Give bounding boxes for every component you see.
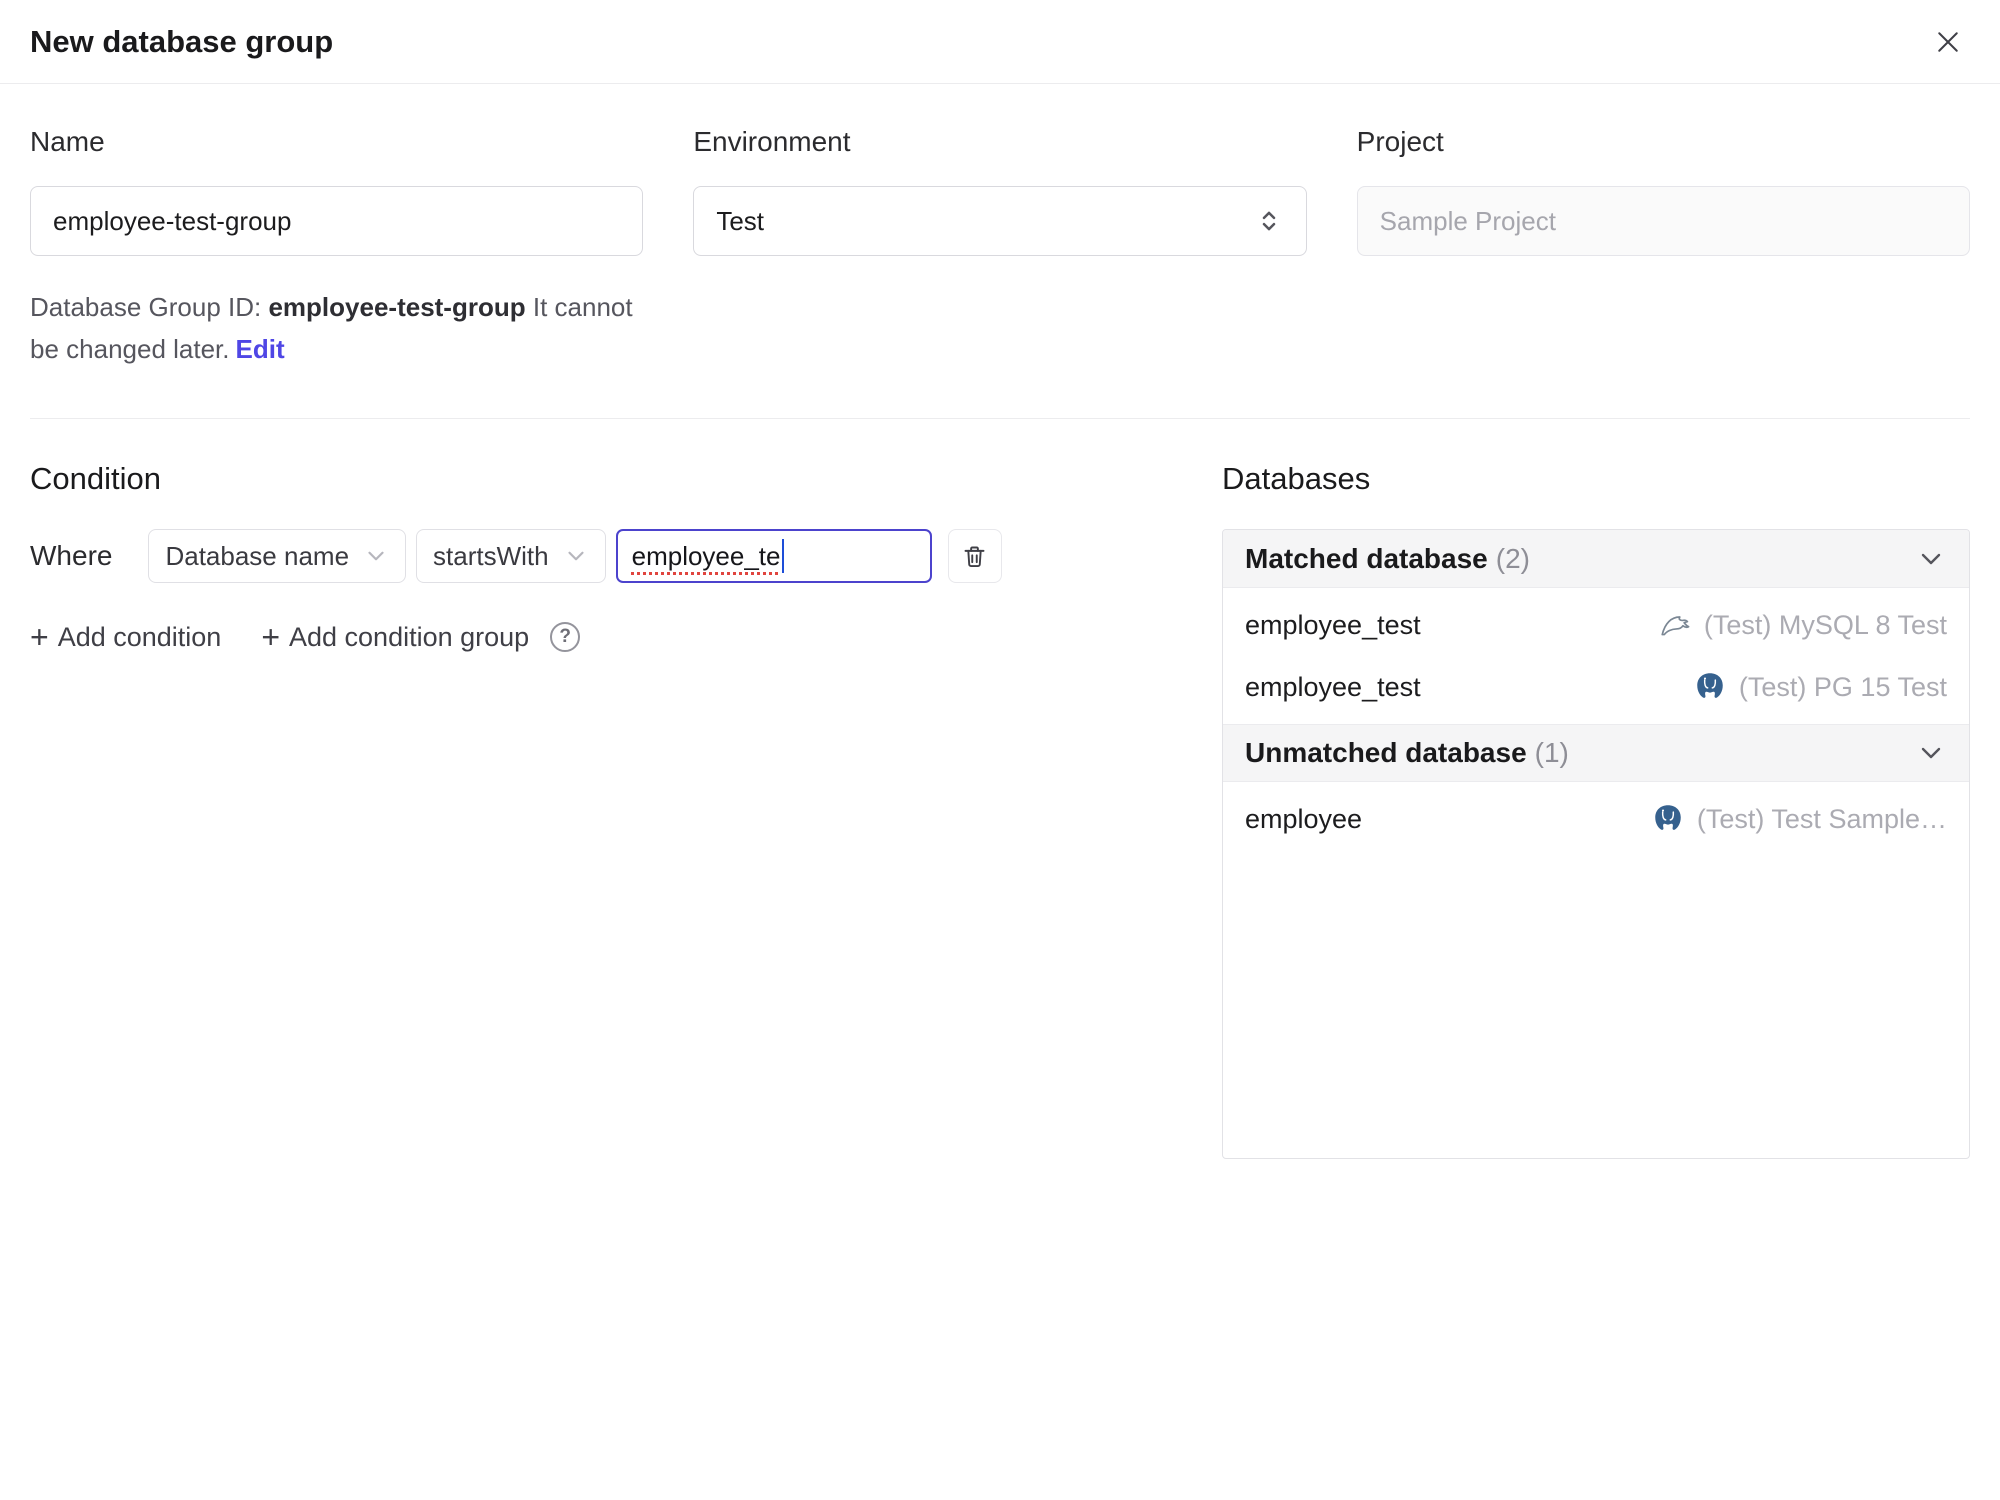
project-label: Project bbox=[1356, 126, 1444, 157]
environment-field-group: Environment Test bbox=[693, 126, 1307, 370]
condition-title: Condition bbox=[30, 461, 161, 496]
project-selected-value: Sample Project bbox=[1379, 205, 1556, 236]
matched-database-label: Matched database bbox=[1245, 542, 1488, 574]
database-instance: (Test) PG 15 Test bbox=[1693, 670, 1947, 704]
chevrons-up-down-icon bbox=[1262, 211, 1275, 231]
database-instance: (Test) Test Sample… bbox=[1651, 802, 1947, 836]
condition-operator-value: startsWith bbox=[433, 540, 549, 571]
unmatched-database-heading: Unmatched database (1) bbox=[1245, 737, 1569, 769]
form-section: Name Database Group ID: employee-test-gr… bbox=[0, 84, 2000, 370]
group-id-hint: Database Group ID: employee-test-group I… bbox=[30, 286, 643, 370]
databases-panel: Matched database (2) employee_test (Test)… bbox=[1222, 529, 1970, 1159]
dialog-title: New database group bbox=[30, 23, 334, 59]
condition-field-value: Database name bbox=[165, 540, 350, 571]
name-input[interactable] bbox=[30, 186, 644, 256]
matched-database-count: (2) bbox=[1495, 542, 1530, 574]
plus-icon: + bbox=[30, 619, 49, 655]
condition-value-input[interactable]: employee_te bbox=[615, 529, 932, 583]
condition-section: Condition Where Database name startsWith… bbox=[30, 461, 1162, 1159]
condition-row: Where Database name startsWith employee_… bbox=[30, 529, 1162, 583]
unmatched-database-header[interactable]: Unmatched database (1) bbox=[1223, 724, 1969, 782]
dialog-header: New database group bbox=[0, 0, 2000, 84]
new-database-group-dialog: New database group Name Database Group I… bbox=[0, 0, 2000, 1159]
condition-field-select[interactable]: Database name bbox=[148, 529, 407, 583]
matched-database-rows: employee_test (Test) MySQL 8 Test employ… bbox=[1223, 588, 1969, 724]
database-name: employee bbox=[1245, 803, 1363, 834]
condition-value-text: employee_te bbox=[631, 540, 781, 571]
chevron-down-icon bbox=[1921, 553, 1941, 564]
database-row: employee_test (Test) PG 15 Test bbox=[1223, 656, 1969, 718]
databases-title: Databases bbox=[1222, 461, 1371, 496]
database-name: employee_test bbox=[1245, 671, 1421, 702]
trash-icon bbox=[964, 546, 985, 567]
database-name: employee_test bbox=[1245, 609, 1421, 640]
matched-database-header[interactable]: Matched database (2) bbox=[1223, 530, 1969, 588]
unmatched-database-label: Unmatched database bbox=[1245, 737, 1527, 768]
environment-select[interactable]: Test bbox=[693, 186, 1307, 256]
unmatched-database-count: (1) bbox=[1534, 737, 1569, 768]
condition-operator-select[interactable]: startsWith bbox=[416, 529, 606, 583]
chevron-down-icon bbox=[368, 551, 384, 561]
database-row: employee_test (Test) MySQL 8 Test bbox=[1223, 594, 1969, 656]
where-label: Where bbox=[30, 540, 113, 571]
close-button[interactable] bbox=[1926, 20, 1970, 64]
project-input[interactable]: Sample Project bbox=[1356, 186, 1970, 256]
add-condition-button[interactable]: + Add condition bbox=[30, 621, 221, 653]
environment-selected-value: Test bbox=[716, 205, 765, 236]
postgresql-icon bbox=[1697, 673, 1723, 698]
postgresql-icon bbox=[1655, 805, 1681, 830]
matched-database-heading: Matched database (2) bbox=[1245, 543, 1530, 575]
add-condition-label: Add condition bbox=[57, 621, 222, 652]
unmatched-database-rows: employee (Test) Test Sample… bbox=[1223, 782, 1969, 856]
delete-condition-button[interactable] bbox=[947, 529, 1002, 583]
database-instance: (Test) MySQL 8 Test bbox=[1658, 608, 1947, 642]
name-field-group: Name Database Group ID: employee-test-gr… bbox=[30, 126, 644, 370]
database-row: employee (Test) Test Sample… bbox=[1223, 788, 1969, 850]
chevron-down-icon bbox=[1921, 747, 1941, 759]
condition-actions: + Add condition + Add condition group ? bbox=[30, 621, 1162, 653]
name-label: Name bbox=[30, 126, 105, 157]
add-condition-group-label: Add condition group bbox=[289, 621, 530, 652]
environment-label: Environment bbox=[693, 126, 851, 157]
add-condition-group-button[interactable]: + Add condition group ? bbox=[261, 619, 581, 655]
plus-icon: + bbox=[261, 619, 280, 655]
edit-link[interactable]: Edit bbox=[236, 334, 285, 364]
hint-group-id: employee-test-group bbox=[268, 292, 526, 322]
hint-prefix: Database Group ID: bbox=[30, 292, 269, 322]
help-icon[interactable]: ? bbox=[550, 622, 581, 652]
close-icon bbox=[1938, 31, 1958, 52]
project-field-group: Project Sample Project bbox=[1356, 126, 1970, 370]
instance-label: (Test) MySQL 8 Test bbox=[1703, 609, 1947, 640]
instance-label: (Test) Test Sample… bbox=[1696, 803, 1947, 834]
chevron-down-icon bbox=[568, 551, 584, 561]
text-caret bbox=[781, 539, 784, 573]
content-area: Condition Where Database name startsWith… bbox=[0, 419, 2000, 1159]
mysql-icon bbox=[1661, 616, 1690, 636]
databases-section: Databases Matched database (2) employee_t… bbox=[1222, 461, 1970, 1159]
instance-label: (Test) PG 15 Test bbox=[1738, 671, 1947, 702]
